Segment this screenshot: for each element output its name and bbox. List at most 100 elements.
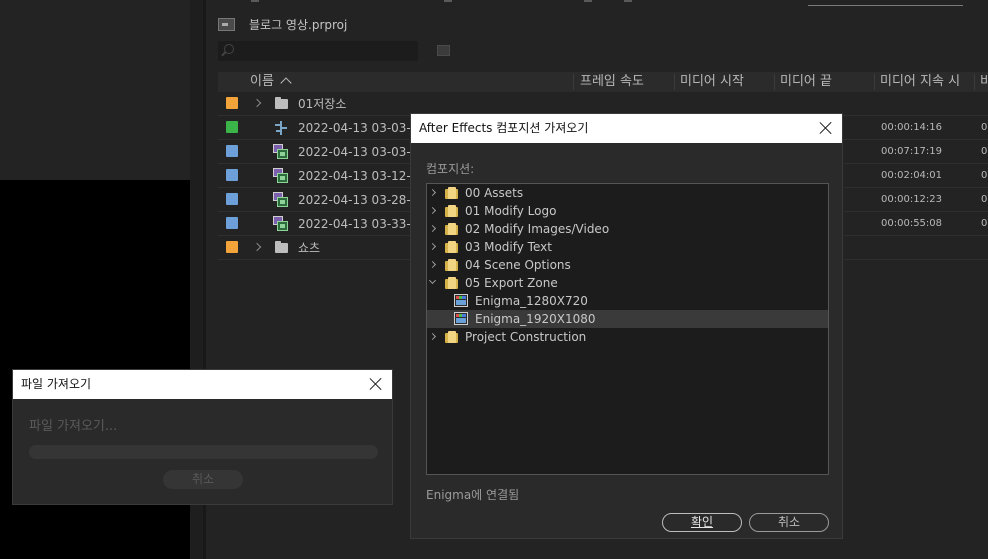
clip-icon xyxy=(273,168,288,183)
composition-label: 컴포지션: xyxy=(426,162,475,176)
label-color-swatch[interactable] xyxy=(226,121,238,133)
tree-item[interactable]: 03 Modify Text xyxy=(427,238,828,256)
tree-item-label: 03 Modify Text xyxy=(465,240,552,254)
tree-item-label: 04 Scene Options xyxy=(465,258,571,272)
composition-tree[interactable]: 00 Assets 01 Modify Logo 02 Modify Images/… xyxy=(426,183,829,475)
tab-fragment[interactable] xyxy=(444,0,452,2)
media-duration: 00:00:12:23 xyxy=(881,194,943,205)
column-separator[interactable] xyxy=(874,74,875,90)
sort-ascending-icon xyxy=(280,77,292,89)
label-color-swatch[interactable] xyxy=(226,97,238,109)
folder-icon xyxy=(445,331,458,343)
find-button-icon[interactable] xyxy=(437,45,450,56)
panel-tab-bar xyxy=(206,0,988,8)
composition-icon xyxy=(454,294,468,307)
column-separator[interactable] xyxy=(674,74,675,90)
extra-column-value: 0 xyxy=(981,146,988,157)
composition-icon xyxy=(454,312,468,325)
tree-item-label: Project Construction xyxy=(465,330,587,344)
premiere-window: 블로그 영상.prproj 이름 프레임 속도 미디어 시작 미디어 끝 미디어… xyxy=(0,0,988,559)
item-name[interactable]: 01저장소 xyxy=(298,92,346,116)
active-tab-indicator xyxy=(808,5,963,6)
chevron-right-icon[interactable] xyxy=(252,242,262,252)
item-name[interactable]: 2022-04-13 03-28-2 xyxy=(298,188,418,212)
tree-item-label: 00 Assets xyxy=(465,186,524,200)
dialog-titlebar: After Effects 컴포지션 가져오기 xyxy=(411,114,842,143)
tab-fragment[interactable] xyxy=(624,0,632,2)
extra-column-value: 0 xyxy=(981,122,988,133)
close-icon[interactable] xyxy=(369,377,383,391)
folder-icon xyxy=(445,223,458,235)
item-name[interactable]: 2022-04-13 03-33-4 xyxy=(298,212,418,236)
connection-status: Enigma에 연결됨 xyxy=(426,488,520,502)
column-header-frame-rate[interactable]: 프레임 속도 xyxy=(580,72,644,92)
extra-column-value: 0 xyxy=(981,170,988,181)
folder-icon xyxy=(275,241,288,253)
file-import-dialog: 파일 가져오기 파일 가져오기... 취소 xyxy=(12,369,393,505)
tree-item-label: 05 Export Zone xyxy=(465,276,558,290)
chevron-down-icon[interactable] xyxy=(428,276,437,285)
tree-item[interactable]: 04 Scene Options xyxy=(427,256,828,274)
tab-fragment[interactable] xyxy=(251,0,259,2)
tree-item-label: 01 Modify Logo xyxy=(465,204,557,218)
close-icon[interactable] xyxy=(819,121,833,135)
label-color-swatch[interactable] xyxy=(226,193,238,205)
chevron-right-icon[interactable] xyxy=(428,260,437,269)
folder-icon xyxy=(445,259,458,271)
column-header-media-start[interactable]: 미디어 시작 xyxy=(680,72,744,92)
tree-item-label: Enigma_1920X1080 xyxy=(475,312,596,326)
media-duration: 00:00:14:16 xyxy=(881,122,943,133)
column-separator[interactable] xyxy=(573,74,574,90)
chevron-right-icon[interactable] xyxy=(428,242,437,251)
chevron-right-icon[interactable] xyxy=(428,224,437,233)
chevron-right-icon[interactable] xyxy=(428,332,437,341)
column-header-name[interactable]: 이름 xyxy=(250,72,292,92)
tree-item[interactable]: 02 Modify Images/Video xyxy=(427,220,828,238)
clip-icon xyxy=(273,192,288,207)
column-separator[interactable] xyxy=(974,74,975,90)
label-color-swatch[interactable] xyxy=(226,217,238,229)
tree-item[interactable]: Enigma_1920X1080 xyxy=(427,310,828,328)
import-status-text: 파일 가져오기... xyxy=(29,419,118,434)
tree-item[interactable]: 00 Assets xyxy=(427,184,828,202)
tree-item[interactable]: Enigma_1280X720 xyxy=(427,292,828,310)
tree-item[interactable]: 05 Export Zone xyxy=(427,274,828,292)
project-bin-icon xyxy=(218,17,235,31)
label-color-swatch[interactable] xyxy=(226,241,238,253)
chevron-right-icon[interactable] xyxy=(428,206,437,215)
clip-icon xyxy=(273,216,288,231)
sequence-icon xyxy=(275,121,287,135)
tree-item[interactable]: Project Construction xyxy=(427,328,828,346)
tab-fragment[interactable] xyxy=(584,0,592,2)
folder-icon xyxy=(445,241,458,253)
tree-item[interactable]: 01 Modify Logo xyxy=(427,202,828,220)
cancel-button[interactable]: 취소 xyxy=(749,513,829,532)
column-header-more[interactable]: 비 xyxy=(980,72,988,92)
folder-icon xyxy=(445,277,458,289)
item-name[interactable]: 2022-04-13 03-03-5 xyxy=(298,140,418,164)
dialog-titlebar: 파일 가져오기 xyxy=(13,370,392,399)
column-header-media-duration[interactable]: 미디어 지속 시 xyxy=(880,72,960,92)
search-input[interactable] xyxy=(218,41,418,61)
label-color-swatch[interactable] xyxy=(226,169,238,181)
clip-icon xyxy=(273,144,288,159)
column-header-media-end[interactable]: 미디어 끝 xyxy=(780,72,832,92)
import-cancel-button[interactable]: 취소 xyxy=(163,470,243,489)
chevron-right-icon[interactable] xyxy=(252,98,262,108)
dialog-title: 파일 가져오기 xyxy=(21,377,92,391)
column-separator[interactable] xyxy=(774,74,775,90)
ok-button[interactable]: 확인 xyxy=(662,513,742,532)
table-header: 이름 프레임 속도 미디어 시작 미디어 끝 미디어 지속 시 비 xyxy=(218,72,988,92)
item-name[interactable]: 쇼츠 xyxy=(298,236,320,260)
project-title: 블로그 영상.prproj xyxy=(249,17,348,32)
tree-item-label: 02 Modify Images/Video xyxy=(465,222,610,236)
ae-composition-import-dialog: After Effects 컴포지션 가져오기 컴포지션: 00 Assets 0… xyxy=(410,113,843,539)
folder-icon xyxy=(445,205,458,217)
left-panel-area xyxy=(0,0,190,180)
item-name[interactable]: 2022-04-13 03-03-5 xyxy=(298,116,418,140)
item-name[interactable]: 2022-04-13 03-12-0 xyxy=(298,164,418,188)
media-duration: 00:07:17:19 xyxy=(881,146,943,157)
chevron-right-icon[interactable] xyxy=(428,188,437,197)
import-progress-bar xyxy=(29,445,378,459)
label-color-swatch[interactable] xyxy=(226,145,238,157)
